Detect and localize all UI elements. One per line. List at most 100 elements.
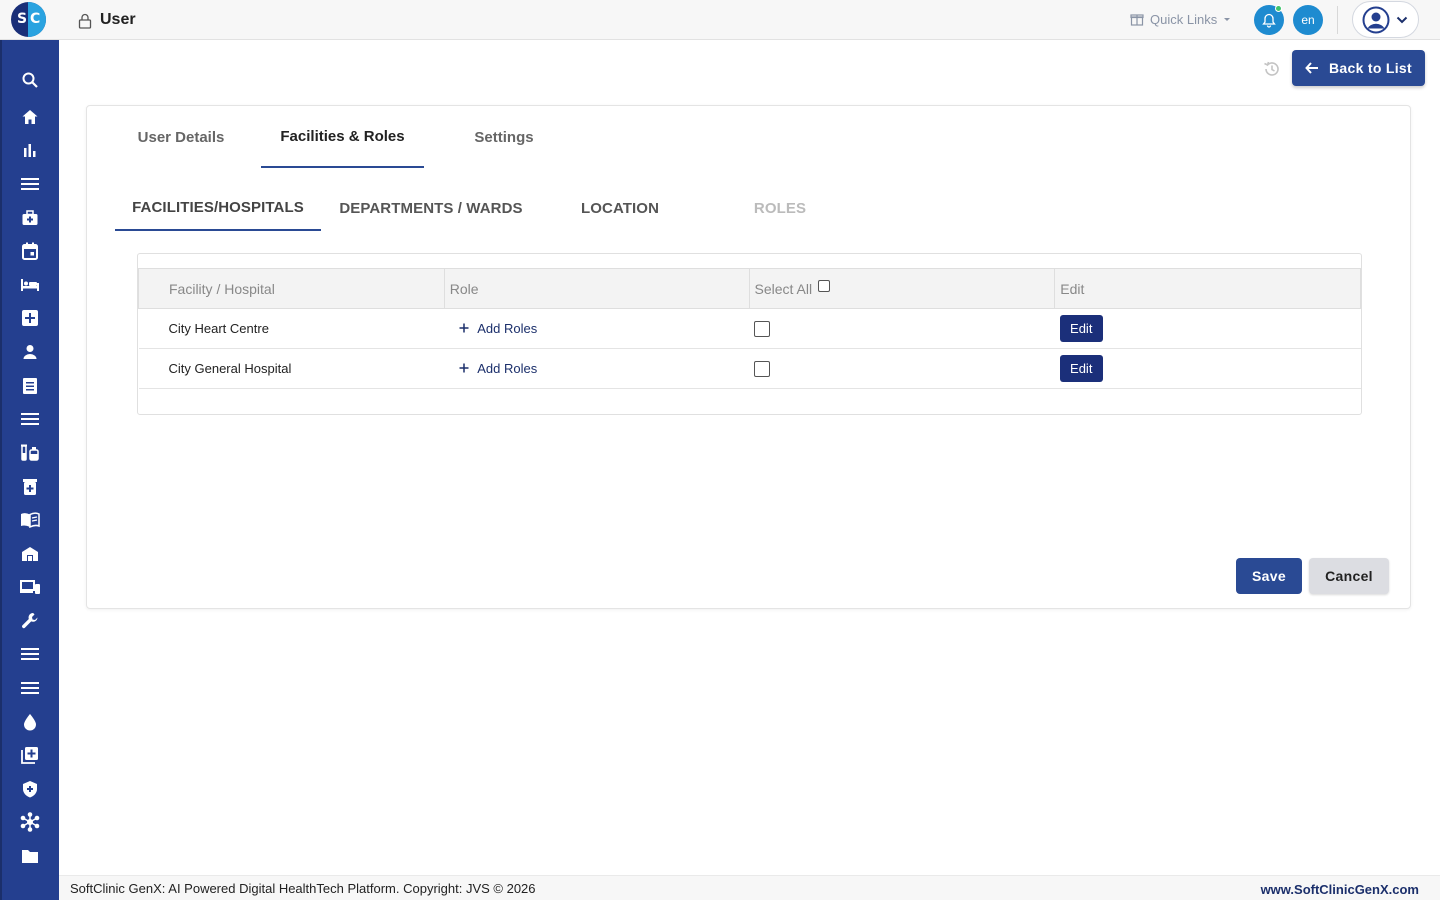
sidebar-maintenance[interactable]: [18, 609, 42, 633]
column-header-role: Role: [443, 268, 750, 309]
row-select-checkbox[interactable]: [754, 360, 771, 377]
sidebar-billing[interactable]: [18, 374, 42, 398]
edit-cell: Edit: [1054, 348, 1361, 389]
add-roles-button[interactable]: Add Roles: [459, 321, 537, 336]
shield-icon: [23, 781, 37, 798]
sidebar-library[interactable]: [18, 508, 42, 532]
sidebar-reports[interactable]: [18, 138, 42, 162]
sidebar-pharmacy[interactable]: [18, 475, 42, 499]
sidebar-home[interactable]: [18, 105, 42, 129]
subtab-departments-wards[interactable]: DEPARTMENTS / WARDS: [335, 185, 527, 231]
bar-chart-icon: [24, 144, 36, 157]
select-all-checkbox[interactable]: [818, 280, 830, 292]
sidebar-clinical[interactable]: [18, 206, 42, 230]
warehouse-icon: [22, 547, 38, 561]
calendar-icon: [22, 242, 38, 260]
sidebar-blood-bank[interactable]: [18, 710, 42, 734]
sidebar-menu-4[interactable]: [18, 676, 42, 700]
subtab-location[interactable]: LOCATION: [567, 185, 673, 231]
home-icon: [22, 110, 38, 124]
sidebar-menu-3[interactable]: [18, 642, 42, 666]
column-header-select-all: Select All: [748, 268, 1056, 309]
row-select-checkbox[interactable]: [754, 320, 771, 337]
sidebar-menu-1[interactable]: [18, 172, 42, 196]
edit-row-button[interactable]: Edit: [1059, 355, 1103, 382]
bed-icon: [21, 279, 39, 291]
role-cell: Add Roles: [444, 308, 750, 349]
gift-icon: [1130, 14, 1144, 26]
sidebar-security[interactable]: [18, 777, 42, 801]
medical-bag-icon: [22, 210, 38, 225]
footer: SoftClinic GenX: AI Powered Digital Heal…: [59, 875, 1440, 900]
add-library-icon: [21, 747, 38, 764]
quick-links-label: Quick Links: [1150, 11, 1218, 27]
sidebar-records[interactable]: [18, 743, 42, 767]
subtab-facilities-hospitals[interactable]: FACILITIES/HOSPITALS: [115, 185, 321, 231]
select-cell: [749, 308, 1055, 349]
subtab-roles: ROLES: [753, 199, 807, 217]
page-title: User: [100, 11, 136, 28]
facilities-table: Facility / Hospital Role Select All Edit…: [138, 268, 1361, 389]
chevron-down-icon: [1396, 16, 1408, 23]
menu-icon: [21, 648, 39, 660]
edit-row-button[interactable]: Edit: [1059, 315, 1103, 342]
header-divider: [1337, 6, 1338, 34]
logo-letter-c: C: [30, 11, 41, 27]
wrench-icon: [22, 613, 38, 629]
sidebar-laboratory[interactable]: [18, 441, 42, 465]
top-bar: S C User Quick Links en: [0, 0, 1440, 40]
table-header-row: Facility / Hospital Role Select All Edit: [138, 268, 1361, 309]
person-icon: [23, 345, 37, 359]
role-cell: Add Roles: [444, 348, 750, 389]
add-roles-label: Add Roles: [477, 360, 538, 376]
sidebar-patients[interactable]: [18, 340, 42, 364]
back-to-list-button[interactable]: Back to List: [1292, 50, 1425, 86]
lock-icon: [78, 13, 92, 29]
facility-name-cell: City Heart Centre: [138, 308, 445, 349]
sidebar-menu-2[interactable]: [18, 407, 42, 431]
app-logo[interactable]: S C: [11, 2, 46, 37]
sidebar-documents[interactable]: [18, 844, 42, 868]
tab-settings[interactable]: Settings: [447, 106, 561, 168]
blood-drop-icon: [24, 714, 36, 731]
user-profile-menu[interactable]: [1352, 1, 1419, 38]
list-icon: [21, 682, 39, 694]
cancel-button[interactable]: Cancel: [1309, 558, 1389, 594]
user-form-card: User Details Facilities & Roles Settings…: [86, 105, 1411, 609]
language-button[interactable]: en: [1293, 5, 1323, 35]
book-icon: [21, 512, 40, 528]
user-avatar-icon: [1362, 6, 1390, 33]
table-row: City General Hospital Add Roles Edit: [138, 348, 1361, 389]
medicine-icon: [23, 479, 37, 495]
facility-name-cell: City General Hospital: [138, 348, 445, 389]
notifications-button[interactable]: [1254, 5, 1284, 35]
sidebar-search[interactable]: [18, 68, 42, 92]
tab-facilities-roles[interactable]: Facilities & Roles: [261, 106, 424, 168]
receipt-icon: [23, 378, 37, 394]
search-icon: [22, 72, 38, 88]
bell-icon: [1262, 13, 1276, 28]
column-header-facility: Facility / Hospital: [138, 268, 445, 309]
logo-letter-s: S: [17, 11, 28, 27]
save-button[interactable]: Save: [1236, 558, 1302, 594]
sidebar-inpatient[interactable]: [18, 273, 42, 297]
sidebar-integrations[interactable]: [18, 810, 42, 834]
facilities-table-container: Facility / Hospital Role Select All Edit…: [137, 253, 1362, 415]
sidebar-devices[interactable]: [18, 575, 42, 599]
add-roles-label: Add Roles: [477, 320, 538, 336]
footer-website-link[interactable]: www.SoftClinicGenX.com: [1261, 882, 1419, 897]
back-to-list-label: Back to List: [1329, 60, 1412, 76]
select-cell: [749, 348, 1055, 389]
sidebar-appointments[interactable]: [18, 239, 42, 263]
folder-icon: [22, 850, 38, 863]
add-roles-button[interactable]: Add Roles: [459, 361, 537, 376]
table-row: City Heart Centre Add Roles Edit: [138, 308, 1361, 349]
plus-box-icon: [22, 310, 38, 326]
quick-links-dropdown[interactable]: Quick Links: [1130, 9, 1231, 29]
sidebar-inventory[interactable]: [18, 542, 42, 566]
column-header-edit: Edit: [1054, 268, 1361, 309]
history-icon[interactable]: [1262, 59, 1282, 79]
list-icon: [21, 413, 39, 425]
sidebar-emergency[interactable]: [18, 306, 42, 330]
tab-user-details[interactable]: User Details: [123, 106, 239, 168]
